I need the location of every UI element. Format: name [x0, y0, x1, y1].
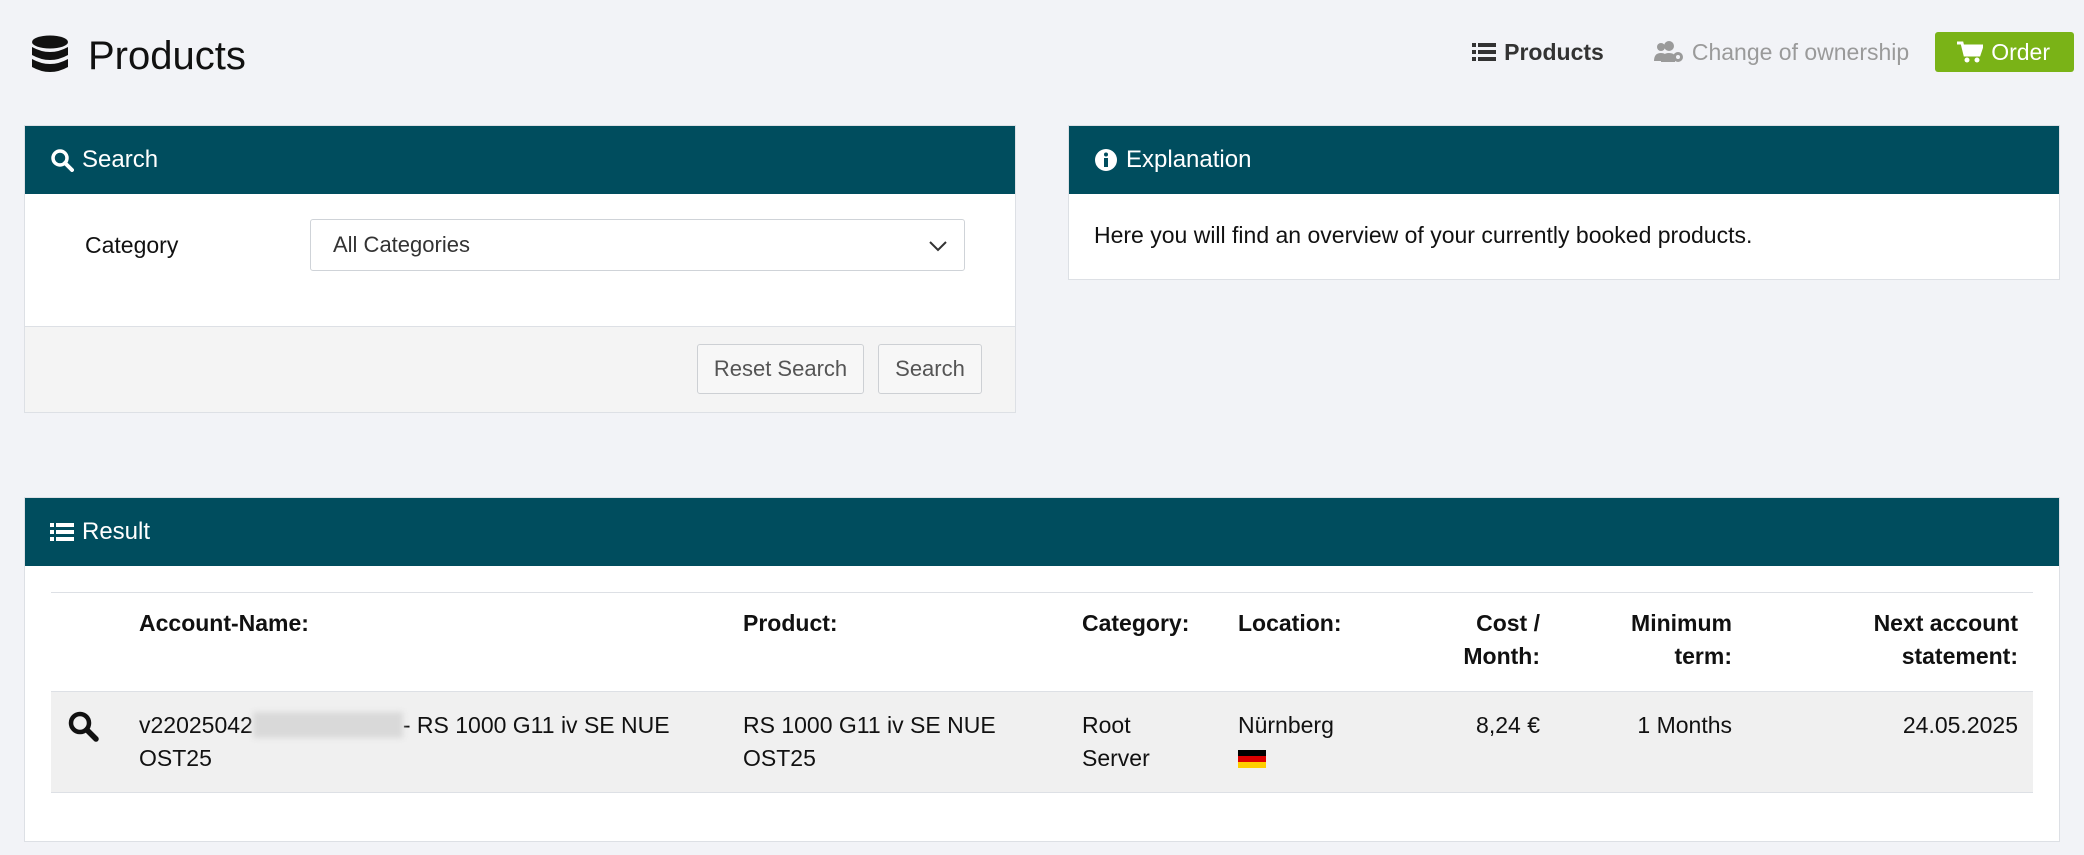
cell-next-statement: 24.05.2025: [1902, 712, 2018, 738]
account-prefix: v22025042: [139, 712, 253, 738]
explanation-panel-header: Explanation: [1069, 126, 2059, 194]
col-header-cost-line1: Cost /: [1476, 610, 1540, 636]
list-icon: [50, 523, 74, 541]
search-panel-title: Search: [82, 146, 159, 173]
product-line1: RS 1000 G11 iv SE NUE: [743, 712, 996, 738]
col-header-next-line1: Next account: [1873, 610, 2018, 636]
search-panel-footer: Reset Search Search: [25, 326, 1015, 412]
page-title: Products: [88, 34, 246, 78]
nav-products-label: Products: [1504, 38, 1604, 65]
cell-account-name: v22025042 - RS 1000 G11 iv SE NUE OST25: [139, 709, 719, 775]
explanation-panel: Explanation Here you will find an overvi…: [1068, 125, 2060, 280]
result-panel: Result Account-Name: Product: Category: …: [24, 497, 2060, 842]
top-nav: Products Change of ownership Order: [1422, 32, 2074, 72]
nav-change-label: Change of ownership: [1691, 38, 1910, 65]
col-header-next-line2: statement:: [1901, 643, 2018, 669]
table-row: v22025042 - RS 1000 G11 iv SE NUE OST25 R…: [51, 691, 2033, 793]
search-button[interactable]: Search: [878, 344, 982, 394]
nav-change-ownership-link[interactable]: Change of ownership: [1653, 38, 1910, 66]
result-panel-title: Result: [82, 518, 151, 545]
order-button[interactable]: Order: [1935, 32, 2074, 72]
category-label: Category: [85, 232, 179, 258]
users-cog-icon: [1653, 41, 1683, 62]
col-header-location: Location:: [1238, 610, 1342, 636]
cart-icon: [1957, 41, 1984, 63]
result-panel-header: Result: [25, 498, 2059, 566]
category-select-value: All Categories: [333, 232, 470, 257]
explanation-panel-title: Explanation: [1126, 146, 1252, 173]
reset-search-button[interactable]: Reset Search: [697, 344, 864, 394]
cell-cost: 8,24 €: [1476, 712, 1540, 738]
col-header-next-statement: Next account statement:: [1874, 607, 2018, 673]
location-name: Nürnberg: [1238, 712, 1334, 738]
col-header-account: Account-Name:: [139, 610, 309, 636]
page-header: Products: [30, 34, 246, 79]
account-suffix: - RS 1000 G11 iv SE NUE: [402, 712, 670, 738]
col-header-category: Category:: [1082, 610, 1190, 636]
category-line1: Root: [1082, 712, 1131, 738]
cell-product: RS 1000 G11 iv SE NUE OST25: [743, 709, 1063, 775]
col-header-cost-line2: Month:: [1463, 643, 1540, 669]
table-header: Account-Name: Product: Category: Locatio…: [51, 592, 2033, 691]
col-header-product: Product:: [743, 610, 838, 636]
order-label: Order: [1991, 38, 2050, 65]
col-header-min-line2: term:: [1674, 643, 1732, 669]
search-icon[interactable]: [67, 710, 99, 742]
result-table: Account-Name: Product: Category: Locatio…: [51, 592, 2033, 793]
cell-min-term: 1 Months: [1637, 712, 1732, 738]
list-icon: [1472, 43, 1497, 61]
info-icon: [1095, 149, 1117, 171]
account-line2: OST25: [139, 745, 212, 771]
col-header-cost: Cost / Month:: [1463, 607, 1540, 673]
col-header-min-term: Minimum term:: [1631, 607, 1732, 673]
col-header-min-line1: Minimum: [1631, 610, 1732, 636]
category-line2: Server: [1082, 745, 1150, 771]
explanation-text: Here you will find an overview of your c…: [1094, 222, 1753, 248]
category-select[interactable]: All Categories: [310, 219, 965, 271]
cell-category: Root Server: [1082, 709, 1202, 775]
database-icon: [32, 35, 68, 72]
search-icon: [51, 149, 74, 172]
product-line2: OST25: [743, 745, 816, 771]
redacted-text: [252, 711, 403, 738]
germany-flag-icon: [1238, 750, 1266, 768]
chevron-down-icon: [929, 241, 947, 252]
nav-products-link[interactable]: Products: [1472, 39, 1604, 66]
search-panel: Search Category All Categories Reset Sea…: [24, 125, 1016, 413]
cell-location: Nürnberg: [1238, 709, 1398, 768]
search-panel-header: Search: [25, 126, 1015, 194]
